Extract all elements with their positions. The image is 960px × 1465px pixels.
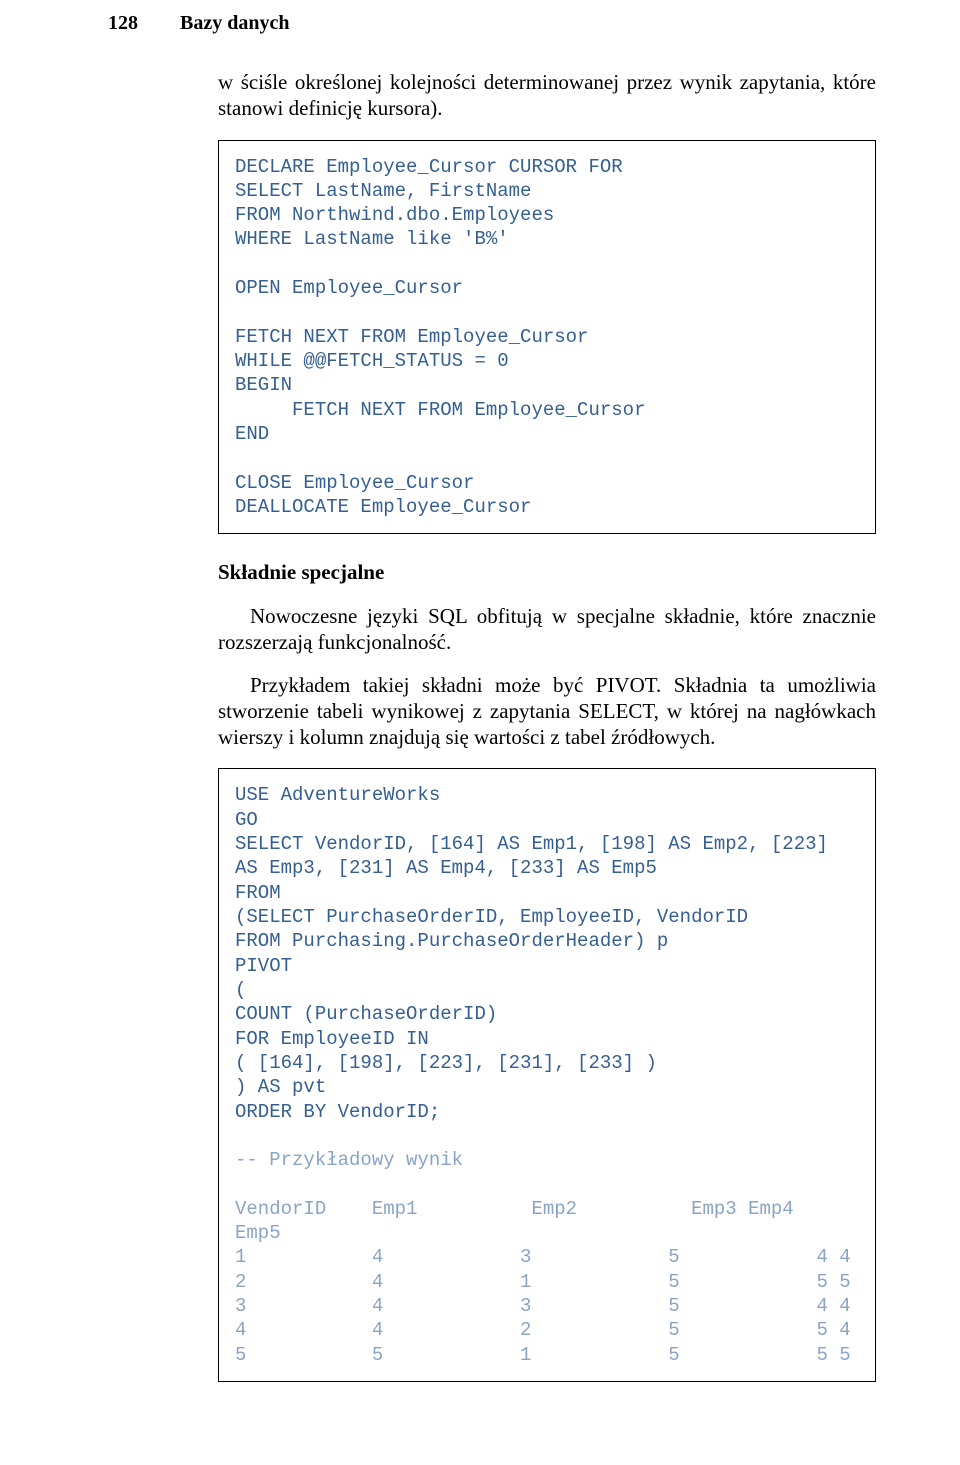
section-title: Bazy danych (180, 12, 289, 35)
code-pivot-query: USE AdventureWorks GO SELECT VendorID, [… (235, 784, 839, 1122)
paragraph-sql-syntax: Nowoczesne języki SQL obfitują w specjal… (218, 603, 876, 656)
page: 128 Bazy danych w ściśle określonej kole… (0, 0, 960, 1465)
code-result-data: 1 4 3 5 4 4 2 4 1 5 5 5 3 4 3 5 4 4 4 4 … (235, 1246, 851, 1365)
page-number: 128 (108, 12, 138, 35)
code-result-comment: -- Przykładowy wynik (235, 1149, 463, 1171)
running-header: 128 Bazy danych (108, 12, 876, 35)
code-block-pivot: USE AdventureWorks GO SELECT VendorID, [… (218, 768, 876, 1382)
code-result-header: VendorID Emp1 Emp2 Emp3 Emp4 Emp5 (235, 1198, 862, 1244)
subheading-special-syntax: Składnie specjalne (218, 560, 876, 585)
paragraph-pivot: Przykładem takiej składni może być PIVOT… (218, 672, 876, 751)
body-content: w ściśle określonej kolejności determino… (218, 69, 876, 1382)
code-block-cursor: DECLARE Employee_Cursor CURSOR FOR SELEC… (218, 140, 876, 535)
intro-paragraph: w ściśle określonej kolejności determino… (218, 69, 876, 122)
